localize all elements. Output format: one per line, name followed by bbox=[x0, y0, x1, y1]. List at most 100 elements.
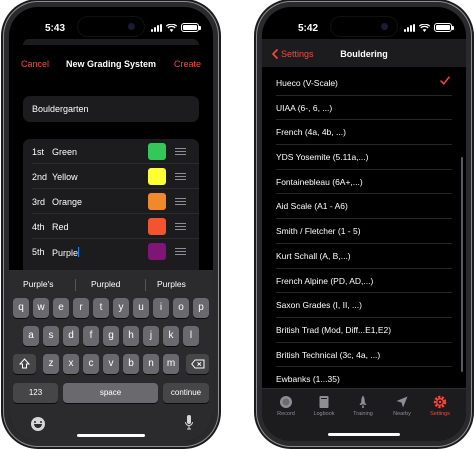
tab-label: Record bbox=[277, 411, 295, 417]
shift-key[interactable] bbox=[13, 354, 36, 374]
status-icons bbox=[151, 23, 201, 32]
key-g[interactable]: g bbox=[103, 326, 119, 346]
create-button[interactable]: Create bbox=[174, 59, 201, 69]
grading-option[interactable]: French Alpine (PD, AD,...) bbox=[276, 269, 452, 294]
key-p[interactable]: p bbox=[193, 298, 209, 318]
tab-label: Nearby bbox=[393, 411, 411, 417]
grade-color-swatch[interactable] bbox=[148, 143, 166, 160]
grading-option-label: UIAA (6-, 6, ...) bbox=[276, 102, 333, 113]
key-l[interactable]: l bbox=[183, 326, 199, 346]
key-x[interactable]: x bbox=[63, 354, 79, 374]
tab-logbook[interactable]: Logbook bbox=[306, 395, 342, 417]
delete-key[interactable] bbox=[186, 354, 209, 374]
key-b[interactable]: b bbox=[123, 354, 139, 374]
key-s[interactable]: s bbox=[43, 326, 59, 346]
key-d[interactable]: d bbox=[63, 326, 79, 346]
grade-row-red[interactable]: 4th Red bbox=[23, 214, 199, 239]
numbers-key[interactable]: 123 bbox=[13, 383, 58, 403]
text-cursor bbox=[78, 247, 80, 257]
grading-option[interactable]: UIAA (6-, 6, ...) bbox=[276, 96, 452, 121]
left-phone: 5:43 Cancel New Grading System Create Bo… bbox=[4, 2, 218, 446]
key-h[interactable]: h bbox=[123, 326, 139, 346]
key-v[interactable]: v bbox=[103, 354, 119, 374]
tab-record[interactable]: Record bbox=[268, 395, 304, 417]
right-screen: 5:42 Settings Bouldering Hueco (V-Scale)… bbox=[262, 7, 466, 441]
key-c[interactable]: c bbox=[83, 354, 99, 374]
tab-training[interactable]: Training bbox=[345, 395, 381, 417]
key-r[interactable]: r bbox=[73, 298, 89, 318]
grade-row-purple[interactable]: 5th Purple bbox=[23, 239, 199, 264]
grading-option[interactable]: British Trad (Mod, Diff...E1,E2) bbox=[276, 318, 452, 343]
grade-color-swatch[interactable] bbox=[148, 168, 166, 185]
grading-option-label: French (4a, 4b, ...) bbox=[276, 127, 346, 138]
grading-option[interactable]: Saxon Grades (I, II, ...) bbox=[276, 293, 452, 318]
grading-option[interactable]: British Technical (3c, 4a, ...) bbox=[276, 343, 452, 368]
status-time: 5:42 bbox=[298, 23, 319, 34]
key-t[interactable]: t bbox=[93, 298, 109, 318]
grading-system-name-field[interactable]: Bouldergarten bbox=[23, 96, 199, 122]
tab-nearby[interactable]: Nearby bbox=[384, 395, 420, 417]
key-q[interactable]: q bbox=[13, 298, 29, 318]
grade-row-orange[interactable]: 3rd Orange bbox=[23, 189, 199, 214]
drag-handle-icon[interactable] bbox=[175, 173, 186, 182]
grade-name[interactable]: Red bbox=[52, 222, 69, 232]
key-n[interactable]: n bbox=[143, 354, 159, 374]
grading-option-label: British Trad (Mod, Diff...E1,E2) bbox=[276, 324, 392, 335]
key-z[interactable]: z bbox=[43, 354, 59, 374]
grade-name[interactable]: Yellow bbox=[52, 172, 78, 182]
space-key[interactable]: space bbox=[63, 383, 158, 403]
location-arrow-icon bbox=[395, 395, 409, 409]
key-j[interactable]: j bbox=[143, 326, 159, 346]
sheet-background-card bbox=[23, 39, 199, 45]
checkmark-icon bbox=[440, 76, 450, 87]
mic-icon[interactable] bbox=[185, 415, 193, 432]
emoji-icon[interactable] bbox=[31, 417, 45, 431]
drag-handle-icon[interactable] bbox=[175, 248, 186, 257]
shift-icon bbox=[18, 358, 31, 369]
grading-option[interactable]: Kurt Schall (A, B,...) bbox=[276, 244, 452, 269]
key-w[interactable]: w bbox=[33, 298, 49, 318]
drag-handle-icon[interactable] bbox=[175, 198, 186, 207]
suggestion-2[interactable]: Purpled bbox=[91, 279, 120, 289]
key-f[interactable]: f bbox=[83, 326, 99, 346]
grading-option[interactable]: Aid Scale (A1 - A6) bbox=[276, 194, 452, 220]
grading-option-label: British Technical (3c, 4a, ...) bbox=[276, 349, 381, 360]
continue-key[interactable]: continue bbox=[163, 383, 209, 403]
battery-icon bbox=[434, 23, 454, 32]
grading-option[interactable]: Fontainebleau (6A+,...) bbox=[276, 170, 452, 195]
key-m[interactable]: m bbox=[163, 354, 179, 374]
key-i[interactable]: i bbox=[153, 298, 169, 318]
grade-row-green[interactable]: 1st Green bbox=[23, 139, 199, 164]
suggestion-1[interactable]: Purple's bbox=[23, 279, 53, 289]
grade-color-swatch[interactable] bbox=[148, 193, 166, 210]
home-indicator bbox=[328, 433, 400, 436]
key-y[interactable]: y bbox=[113, 298, 129, 318]
left-screen: 5:43 Cancel New Grading System Create Bo… bbox=[9, 7, 213, 441]
grade-name-editing[interactable]: Purple bbox=[52, 247, 80, 258]
suggestion-3[interactable]: Purples bbox=[157, 279, 186, 289]
grading-option[interactable]: Smith / Fletcher (1 - 5) bbox=[276, 219, 452, 244]
key-k[interactable]: k bbox=[163, 326, 179, 346]
key-a[interactable]: a bbox=[23, 326, 39, 346]
grade-name[interactable]: Green bbox=[52, 147, 77, 157]
grade-color-swatch[interactable] bbox=[148, 218, 166, 235]
grade-row-yellow[interactable]: 2nd Yellow bbox=[23, 164, 199, 189]
grading-option[interactable]: Hueco (V-Scale) bbox=[276, 71, 452, 96]
grading-option[interactable]: YDS Yosemite (5.11a,...) bbox=[276, 145, 452, 170]
key-u[interactable]: u bbox=[133, 298, 149, 318]
navigation-bar: Cancel New Grading System Create bbox=[9, 51, 213, 77]
key-o[interactable]: o bbox=[173, 298, 189, 318]
grade-rank: 3rd bbox=[32, 197, 46, 207]
scroll-indicator bbox=[461, 157, 463, 372]
grade-color-swatch[interactable] bbox=[148, 243, 166, 260]
grade-name[interactable]: Orange bbox=[52, 197, 82, 207]
drag-handle-icon[interactable] bbox=[175, 148, 186, 157]
drag-handle-icon[interactable] bbox=[175, 223, 186, 232]
tab-settings[interactable]: Settings bbox=[422, 395, 458, 417]
grade-name: Purple bbox=[52, 248, 79, 258]
tab-bar: Record Logbook Training Nearby Settings bbox=[262, 388, 466, 441]
dynamic-island bbox=[78, 17, 144, 36]
key-e[interactable]: e bbox=[53, 298, 69, 318]
grading-option[interactable]: French (4a, 4b, ...) bbox=[276, 120, 452, 146]
rocket-icon bbox=[356, 395, 370, 409]
